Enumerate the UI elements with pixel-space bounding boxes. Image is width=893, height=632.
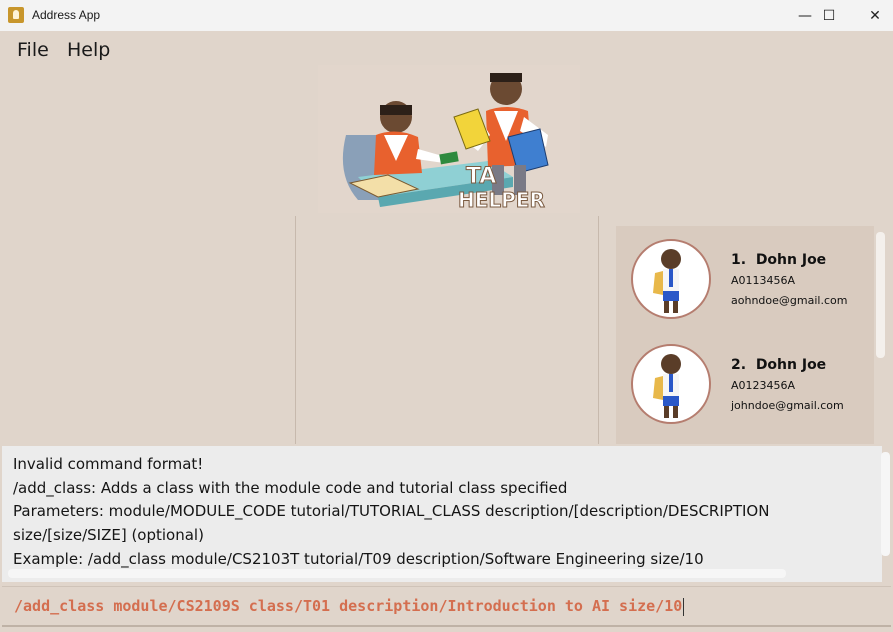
pane-divider-right[interactable]: [598, 216, 599, 444]
person-email: johndoe@gmail.com: [731, 399, 844, 412]
menu-bar: File Help: [0, 31, 893, 67]
window-title: Address App: [32, 8, 101, 22]
menu-file[interactable]: File: [17, 39, 49, 61]
result-vertical-scrollbar[interactable]: [881, 452, 890, 556]
person-email: aohndoe@gmail.com: [731, 294, 848, 307]
result-line: Example: /add_class module/CS2103T tutor…: [13, 550, 704, 568]
menu-help[interactable]: Help: [67, 39, 110, 61]
person-avatar-icon: [653, 249, 681, 313]
result-line: Parameters: module/MODULE_CODE tutorial/…: [13, 502, 770, 520]
result-line: Invalid command format!: [13, 455, 204, 473]
person-list: 1. Dohn Joe A0113456A aohndoe@gmail.com …: [616, 226, 874, 444]
text-caret: [683, 597, 685, 616]
logo-text-ta: TA: [466, 164, 496, 189]
command-input[interactable]: /add_class module/CS2109S class/T01 desc…: [14, 597, 685, 616]
ta-helper-illustration: TA HELPER: [342, 73, 549, 213]
person-avatar-icon: [653, 354, 681, 418]
person-name: 1. Dohn Joe: [731, 252, 827, 268]
avatar: [631, 239, 711, 319]
person-student-id: A0123456A: [731, 379, 796, 392]
title-bar: Address App — ☐ ✕: [0, 0, 893, 31]
avatar: [631, 344, 711, 424]
result-line: /add_class: Adds a class with the module…: [13, 479, 568, 497]
pane-divider-left[interactable]: [295, 216, 296, 444]
app-icon: [8, 7, 24, 23]
command-box[interactable]: /add_class module/CS2109S class/T01 desc…: [2, 586, 891, 627]
result-display: Invalid command format! /add_class: Adds…: [2, 446, 882, 582]
person-card[interactable]: 1. Dohn Joe A0113456A aohndoe@gmail.com: [616, 226, 874, 331]
close-button[interactable]: ✕: [852, 0, 893, 31]
person-student-id: A0113456A: [731, 274, 796, 287]
person-list-scrollbar[interactable]: [876, 232, 885, 358]
person-card[interactable]: 2. Dohn Joe A0123456A johndoe@gmail.com: [616, 331, 874, 436]
result-line: size/[size/SIZE] (optional): [13, 526, 204, 544]
person-name: 2. Dohn Joe: [731, 357, 827, 373]
logo-text-helper: HELPER: [458, 188, 545, 212]
maximize-button[interactable]: ☐: [806, 0, 852, 31]
result-horizontal-scrollbar[interactable]: [8, 569, 786, 578]
ta-helper-logo: TA HELPER: [318, 65, 580, 213]
